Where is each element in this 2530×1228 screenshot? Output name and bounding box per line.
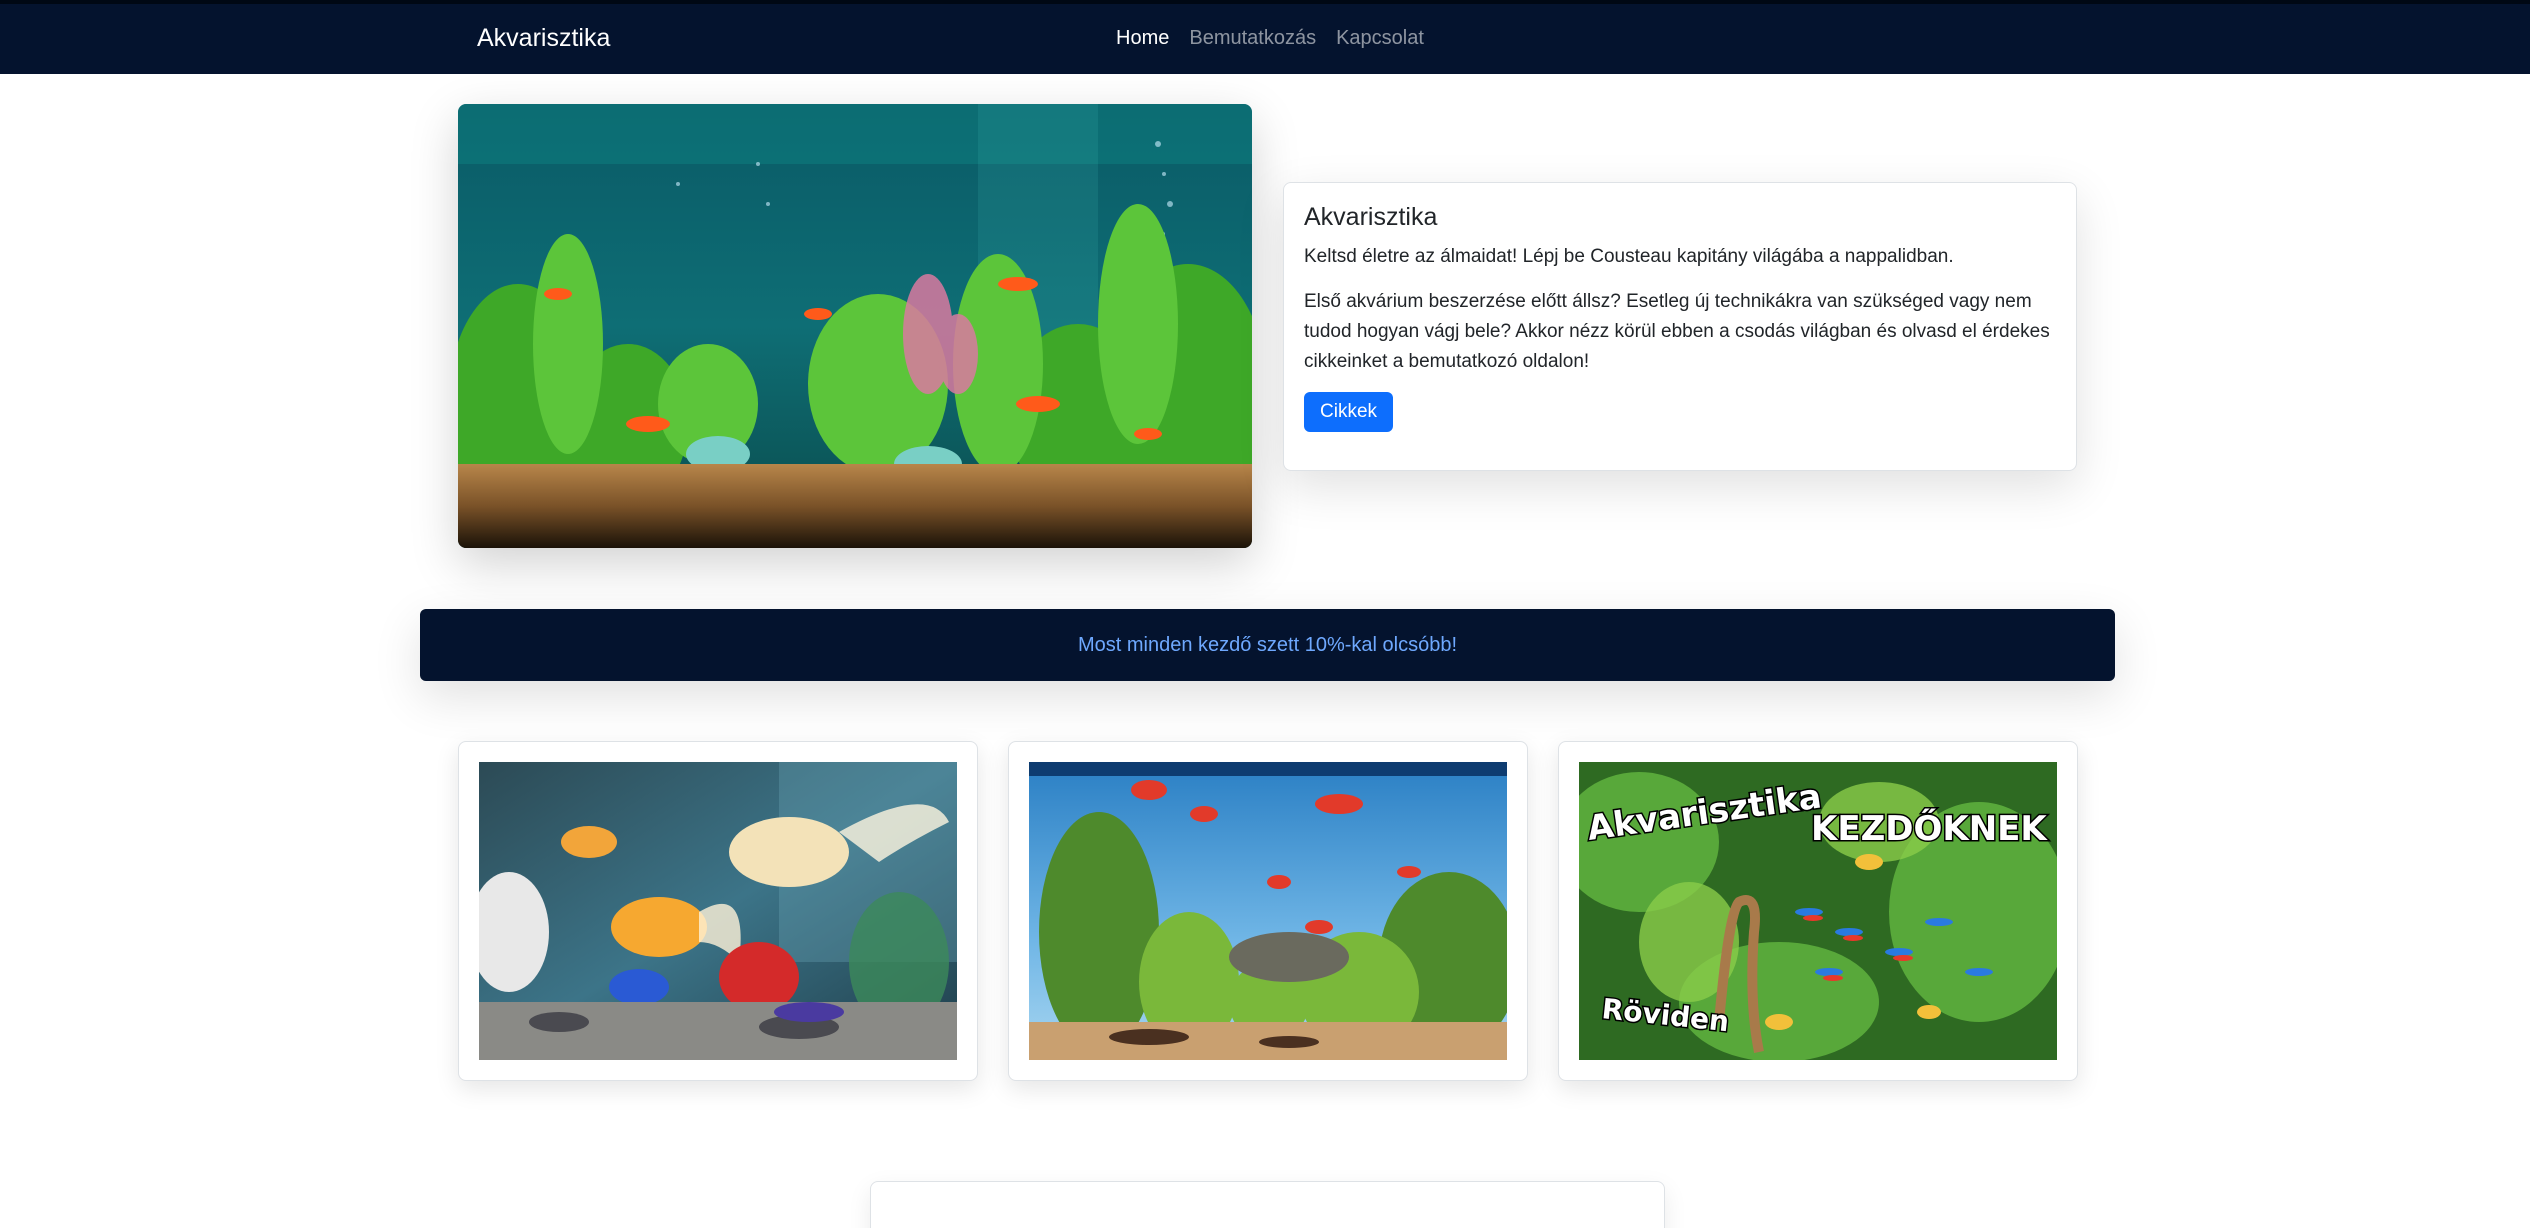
navbar-brand[interactable]: Akvarisztika [477, 24, 610, 53]
hero-aquarium-image [458, 104, 1252, 548]
hero-body: Első akvárium beszerzése előtt állsz? Es… [1304, 291, 2050, 372]
navbar: Akvarisztika Home Bemutatkozás Kapcsolat [0, 0, 2530, 74]
beginners-guide-image: Akvarisztika KEZDŐKNEK Röviden [1579, 762, 2057, 1060]
overlay-subtitle: KEZDŐKNEK [1811, 808, 2048, 849]
nav-links: Home Bemutatkozás Kapcsolat [1116, 27, 1424, 50]
goldfish-image [479, 762, 957, 1060]
nav-link-bemutatkozas[interactable]: Bemutatkozás [1189, 27, 1316, 50]
planted-aquarium-image [1029, 762, 1507, 1060]
gallery-card-3[interactable]: Akvarisztika KEZDŐKNEK Röviden [1558, 741, 2078, 1081]
articles-button[interactable]: Cikkek [1304, 392, 1394, 432]
gallery-card-1[interactable] [458, 741, 978, 1081]
hero-title: Akvarisztika [1304, 203, 1438, 231]
hero-lead: Keltsd életre az álmaidat! Lépj be Coust… [1304, 246, 1954, 267]
promo-text: Most minden kezdő szett 10%-kal olcsóbb! [1077, 633, 1458, 656]
nav-link-home[interactable]: Home [1116, 27, 1169, 50]
hero-card: Akvarisztika Keltsd életre az álmaidat! … [1283, 182, 2077, 471]
promo-banner: Most minden kezdő szett 10%-kal olcsóbb! [420, 609, 2115, 681]
bottom-card [870, 1181, 1665, 1228]
nav-link-kapcsolat[interactable]: Kapcsolat [1336, 27, 1424, 50]
gallery-card-2[interactable] [1008, 741, 1528, 1081]
